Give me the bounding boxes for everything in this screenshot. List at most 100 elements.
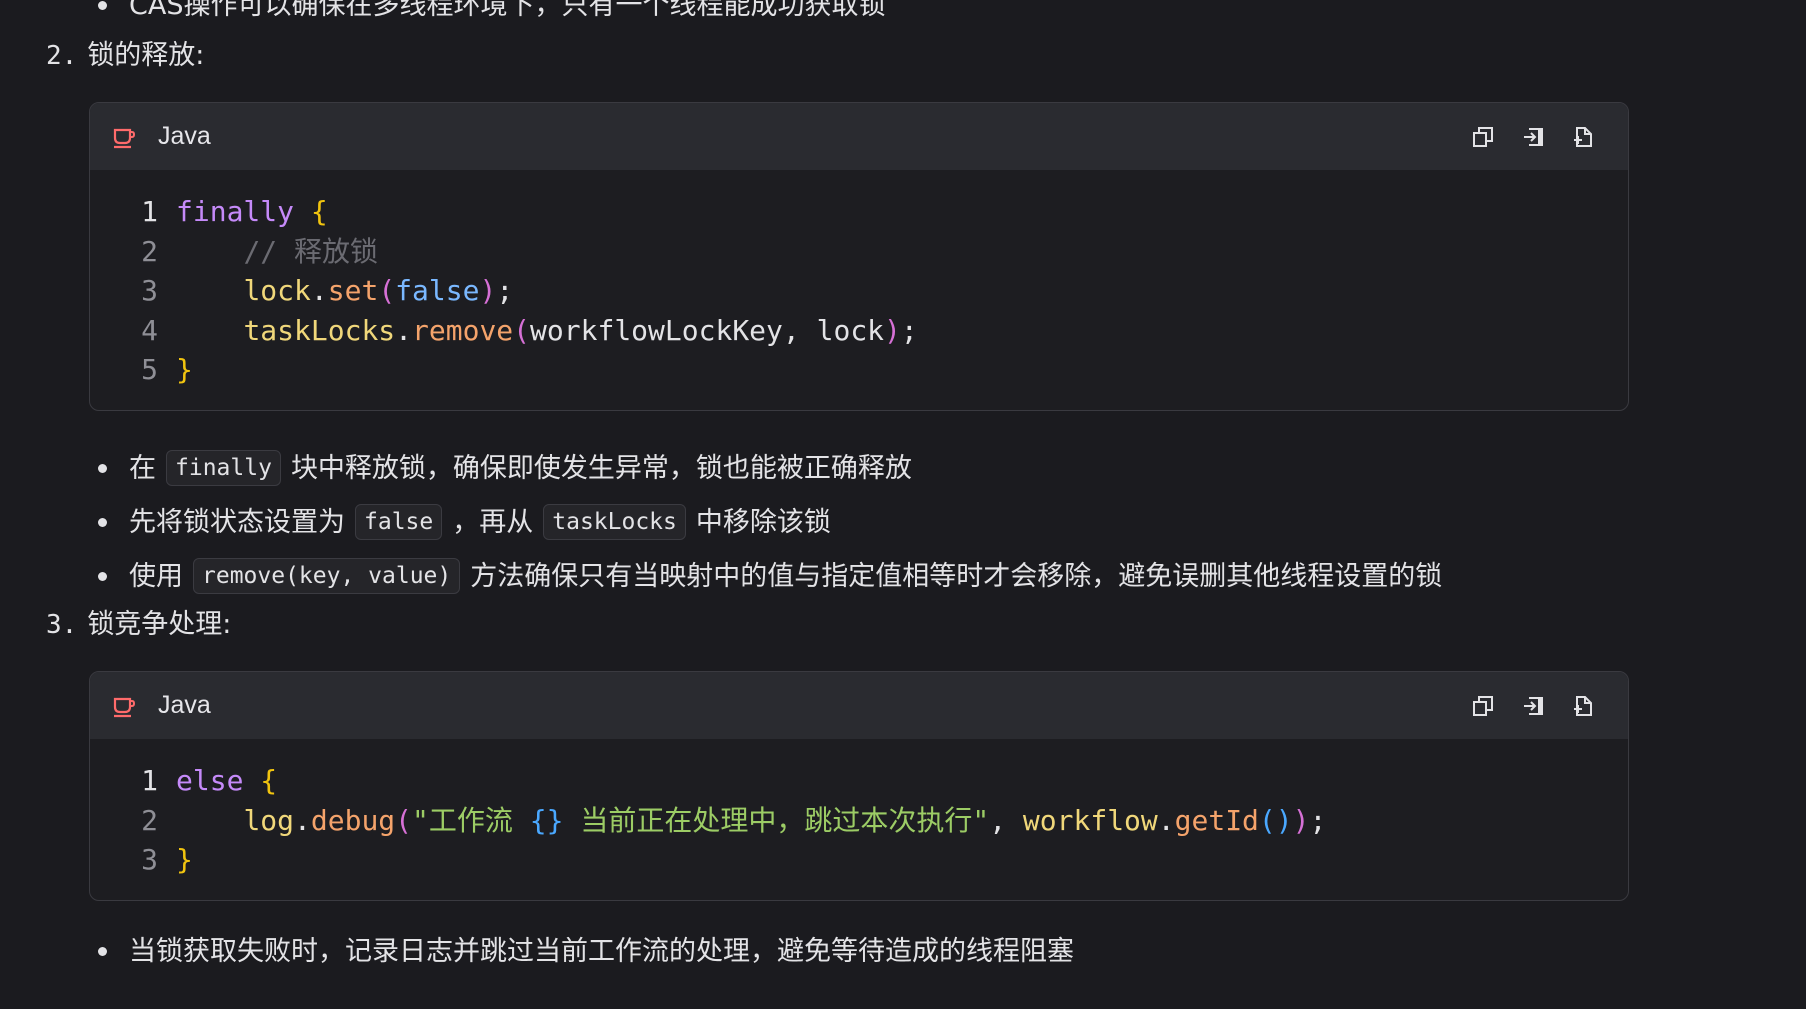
code-block-header: Java	[90, 672, 1628, 739]
line-number: 4	[141, 313, 158, 347]
code-block-header: Java	[90, 103, 1628, 170]
code-language-label: Java	[158, 691, 211, 719]
code-token: taskLocks	[243, 313, 396, 347]
line-number: 1	[141, 764, 158, 797]
code-line: 1 finally {	[90, 192, 1628, 232]
line-number: 5	[141, 353, 158, 386]
code-token: ,	[989, 803, 1023, 837]
section-heading-lock-release: 2. 锁的释放:	[46, 42, 204, 69]
bullet-dot	[98, 947, 107, 956]
list-item-text: 当锁获取失败时，记录日志并跳过当前工作流的处理，避免等待造成的线程阻塞	[129, 936, 1074, 967]
code-token: ;	[1309, 803, 1327, 837]
code-text: }	[158, 350, 193, 390]
code-token: {	[260, 764, 278, 797]
code-text: log.debug("工作流 {} 当前正在处理中，跳过本次执行", workf…	[158, 801, 1326, 841]
line-number: 3	[141, 843, 158, 876]
line-number: 2	[141, 234, 158, 268]
code-token: .	[310, 274, 328, 307]
line-number: 1	[141, 195, 158, 228]
code-token: lock	[243, 274, 311, 307]
code-line: 2 log.debug("工作流 {} 当前正在处理中，跳过本次执行", wor…	[90, 801, 1628, 841]
insert-into-editor-icon[interactable]	[1520, 124, 1546, 150]
code-token: workflow	[1022, 803, 1158, 837]
code-token: // 释放锁	[243, 234, 379, 268]
code-text: }	[158, 840, 193, 880]
code-token: )	[1292, 803, 1310, 837]
code-token: false	[395, 274, 480, 307]
list-item: 使用 remove(key, value) 方法确保只有当映射中的值与指定值相等…	[98, 558, 1442, 594]
list-item-text: ，再从	[452, 506, 534, 538]
code-token: 当前正在处理中，跳过本次执行"	[563, 803, 990, 837]
code-token: .	[294, 803, 311, 837]
list-item-text: 使用	[129, 560, 183, 592]
code-token: }	[176, 843, 193, 876]
inline-code: taskLocks	[543, 504, 686, 540]
bullet-dot	[98, 517, 107, 527]
bullet-dot	[98, 571, 107, 581]
code-token: remove	[412, 313, 514, 347]
code-text: else {	[158, 761, 277, 801]
copy-icon[interactable]	[1470, 693, 1496, 719]
code-line: 5}	[90, 350, 1628, 390]
code-token: )	[884, 313, 901, 347]
code-line: 3 lock.set(false);	[90, 271, 1628, 311]
code-language-label: Java	[158, 122, 211, 150]
code-token: {	[310, 195, 328, 228]
section-number: 2.	[46, 40, 78, 71]
code-text: taskLocks.remove(workflowLockKey, lock);	[158, 311, 918, 351]
code-line: 2 // 释放锁	[90, 232, 1628, 272]
section-title: 锁竞争处理:	[87, 609, 232, 640]
line-number: 2	[141, 803, 158, 837]
inline-code: finally	[166, 450, 281, 486]
code-token: log	[243, 803, 295, 837]
list-item-text: 中移除该锁	[695, 506, 831, 538]
new-file-icon[interactable]	[1570, 124, 1596, 150]
code-line: 3}	[90, 840, 1628, 880]
list-item-text: CAS操作可以确保在多线程环境下，只有一个线程能成功获取锁	[129, 0, 886, 21]
list-item-text: 在	[129, 452, 156, 484]
list-item: 在 finally 块中释放锁，确保即使发生异常，锁也能被正确释放	[98, 450, 912, 486]
list-item-cas: CAS操作可以确保在多线程环境下，只有一个线程能成功获取锁	[98, 0, 885, 19]
section-number: 3.	[46, 609, 78, 640]
code-token: else	[176, 764, 244, 797]
list-item: 当锁获取失败时，记录日志并跳过当前工作流的处理，避免等待造成的线程阻塞	[98, 938, 1074, 965]
code-text: lock.set(false);	[158, 271, 513, 311]
code-token: "工作流	[412, 803, 530, 837]
code-body[interactable]: 1 else {2 log.debug("工作流 {} 当前正在处理中，跳过本次执…	[90, 739, 1628, 898]
code-token: (	[513, 313, 531, 347]
inline-code: remove(key, value)	[193, 558, 461, 594]
line-number: 3	[141, 274, 158, 307]
code-token: getId	[1174, 803, 1259, 837]
section-title: 锁的释放:	[87, 40, 205, 71]
code-token: .	[395, 313, 413, 347]
code-token: ;	[900, 313, 918, 347]
code-block: Java	[89, 102, 1629, 411]
code-token: finally	[176, 195, 295, 228]
bullet-dot	[98, 1, 107, 10]
new-file-icon[interactable]	[1570, 693, 1596, 719]
code-text: finally {	[158, 192, 328, 232]
code-body[interactable]: 1 finally {2 // 释放锁 3 lock.set(false); 4 ta…	[90, 170, 1628, 408]
copy-icon[interactable]	[1470, 124, 1496, 150]
code-token: {}	[529, 803, 564, 837]
list-item-text: 块中释放锁，确保即使发生异常，锁也能被正确释放	[290, 452, 912, 484]
insert-into-editor-icon[interactable]	[1520, 693, 1546, 719]
list-item-text: 方法确保只有当映射中的值与指定值相等时才会移除，避免误删其他线程设置的锁	[470, 560, 1443, 592]
code-block: Java	[89, 671, 1629, 901]
code-actions	[1470, 693, 1608, 719]
list-item: 先将锁状态设置为 false ，再从 taskLocks 中移除该锁	[98, 504, 831, 540]
bullet-dot	[98, 463, 107, 473]
code-token: debug	[310, 803, 396, 837]
code-token: set	[327, 274, 379, 307]
code-token: }	[176, 353, 193, 386]
code-token: (	[395, 803, 413, 837]
code-token: (	[378, 274, 396, 307]
code-token: ()	[1258, 803, 1293, 837]
coffee-cup-icon	[110, 123, 138, 151]
